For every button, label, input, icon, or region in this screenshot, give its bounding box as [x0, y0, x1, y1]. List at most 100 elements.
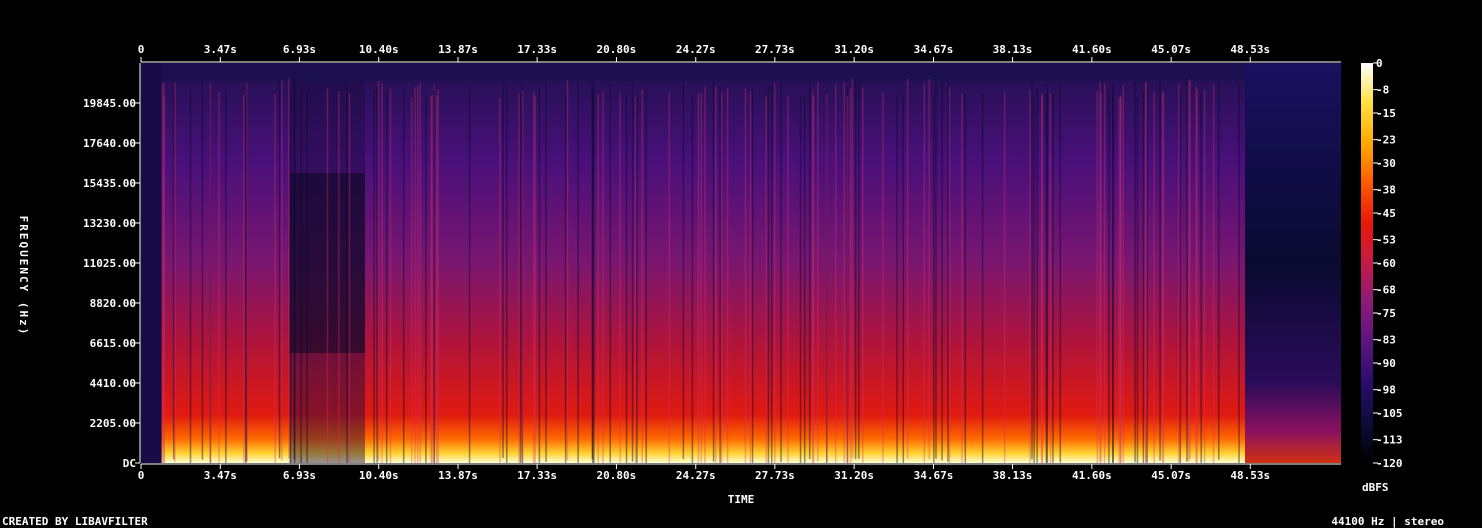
transient-streak — [1112, 84, 1114, 463]
transient-streak — [518, 93, 520, 463]
transient-streak — [1096, 90, 1099, 463]
transient-streak — [1052, 91, 1054, 463]
transient-streak — [851, 78, 854, 459]
spectrogram-plot-area — [141, 63, 1341, 463]
transient-streak — [591, 91, 594, 463]
transient-streak — [189, 88, 192, 463]
transient-streak — [326, 88, 329, 463]
transient-streak — [281, 80, 283, 461]
colorbar-label: dBFS — [1362, 481, 1389, 494]
x-tick-label-top: 20.80s — [597, 43, 637, 56]
x-tick-label-bottom: 13.87s — [438, 469, 478, 482]
transient-streak — [691, 96, 694, 463]
transient-streak — [858, 78, 860, 459]
transient-streak — [634, 97, 637, 463]
transient-streak — [843, 82, 846, 463]
transient-streak — [1108, 91, 1110, 463]
transient-streak — [1029, 89, 1031, 463]
transient-streak — [1200, 93, 1202, 463]
transient-streak — [1142, 91, 1145, 463]
spectrogram-image — [141, 63, 1341, 463]
transient-streak — [519, 93, 522, 463]
transient-streak — [1036, 88, 1038, 463]
colorbar-tick-label: -60 — [1376, 257, 1396, 270]
colorbar-tick-label: -8 — [1376, 84, 1389, 97]
transient-streak — [712, 81, 715, 462]
x-tick-label-top: 27.73s — [755, 43, 795, 56]
transient-streak — [1179, 92, 1182, 463]
transient-streak — [923, 83, 926, 463]
transient-streak — [704, 86, 706, 463]
transient-streak — [636, 97, 638, 463]
y-tick-label: 6615.00 — [90, 337, 136, 350]
transient-streak — [625, 96, 628, 463]
transient-streak — [770, 85, 773, 463]
transient-streak — [377, 80, 380, 461]
transient-streak — [402, 89, 405, 463]
transient-streak — [389, 88, 392, 463]
x-tick-label-top: 0 — [138, 43, 145, 56]
transient-streak — [726, 88, 729, 463]
transient-streak — [506, 83, 508, 463]
transient-streak — [300, 92, 302, 463]
transient-streak — [532, 92, 535, 463]
transient-streak — [1145, 81, 1147, 462]
transient-streak — [306, 91, 308, 463]
x-tick-label-top: 38.13s — [993, 43, 1033, 56]
transient-streak — [1153, 91, 1155, 463]
transient-streak — [846, 96, 849, 463]
transient-streak — [902, 96, 905, 463]
frequency-axis: DC 2205.00 4410.00 6615.00 8820.00 11025.00 13… — [83, 63, 141, 470]
transient-streak — [981, 93, 984, 463]
footer-credit: CREATED BY LIBAVFILTER — [2, 515, 148, 528]
colorbar-tick-label: -98 — [1376, 384, 1396, 397]
x-tick-label-bottom: 34.67s — [914, 469, 954, 482]
transient-streak — [619, 93, 621, 463]
transient-streak — [1186, 81, 1188, 462]
transient-streak — [468, 86, 471, 463]
y-tick-label: 2205.00 — [90, 417, 136, 430]
transient-streak — [631, 81, 634, 462]
colorbar: 0 -8 -15 -23 -30 -38 -45 -53 -60 -68 -75 -83 -90 -98 -… — [1361, 57, 1403, 470]
transient-streak — [431, 94, 433, 463]
transient-streak — [849, 88, 852, 463]
transient-streak — [376, 87, 378, 463]
transient-streak — [161, 83, 164, 463]
transient-streak — [566, 80, 569, 461]
transient-streak — [935, 78, 937, 459]
transient-streak — [882, 92, 884, 463]
transient-streak — [1103, 83, 1106, 463]
transient-streak — [410, 97, 413, 463]
x-tick-label-bottom: 17.33s — [517, 469, 557, 482]
transient-streak — [1099, 82, 1101, 463]
transient-streak — [225, 89, 227, 463]
colorbar-tick-label: -45 — [1376, 207, 1396, 220]
colorbar-tick-label: -113 — [1376, 434, 1403, 447]
transient-streak — [774, 83, 776, 463]
transient-streak — [293, 79, 296, 460]
transient-streak — [218, 92, 220, 463]
y-tick-label: 13230.00 — [83, 217, 136, 230]
transient-streak — [289, 90, 292, 463]
transient-streak — [1122, 85, 1125, 463]
y-tick-label: 19845.00 — [83, 97, 136, 110]
x-tick-label-bottom: 20.80s — [597, 469, 637, 482]
transient-streak — [1196, 89, 1198, 463]
spectrogram-top-band — [141, 63, 1341, 81]
colorbar-gradient — [1361, 63, 1373, 463]
x-tick-label-bottom: 38.13s — [993, 469, 1033, 482]
transient-streak — [1049, 93, 1052, 463]
x-tick-label-top: 10.40s — [359, 43, 399, 56]
spectrogram-preroll — [141, 63, 162, 463]
transient-streak — [425, 97, 427, 463]
y-tick-label: 15435.00 — [83, 177, 136, 190]
transient-streak — [381, 83, 383, 463]
transient-streak — [834, 84, 837, 463]
x-tick-label-bottom: 31.20s — [834, 469, 874, 482]
transient-streak — [209, 84, 212, 463]
x-tick-label-top: 6.93s — [283, 43, 316, 56]
transient-streak — [1189, 79, 1191, 460]
transient-streak — [906, 78, 909, 459]
x-tick-label-bottom: 41.60s — [1072, 469, 1112, 482]
footer-format: 44100 Hz | stereo — [1331, 515, 1444, 528]
